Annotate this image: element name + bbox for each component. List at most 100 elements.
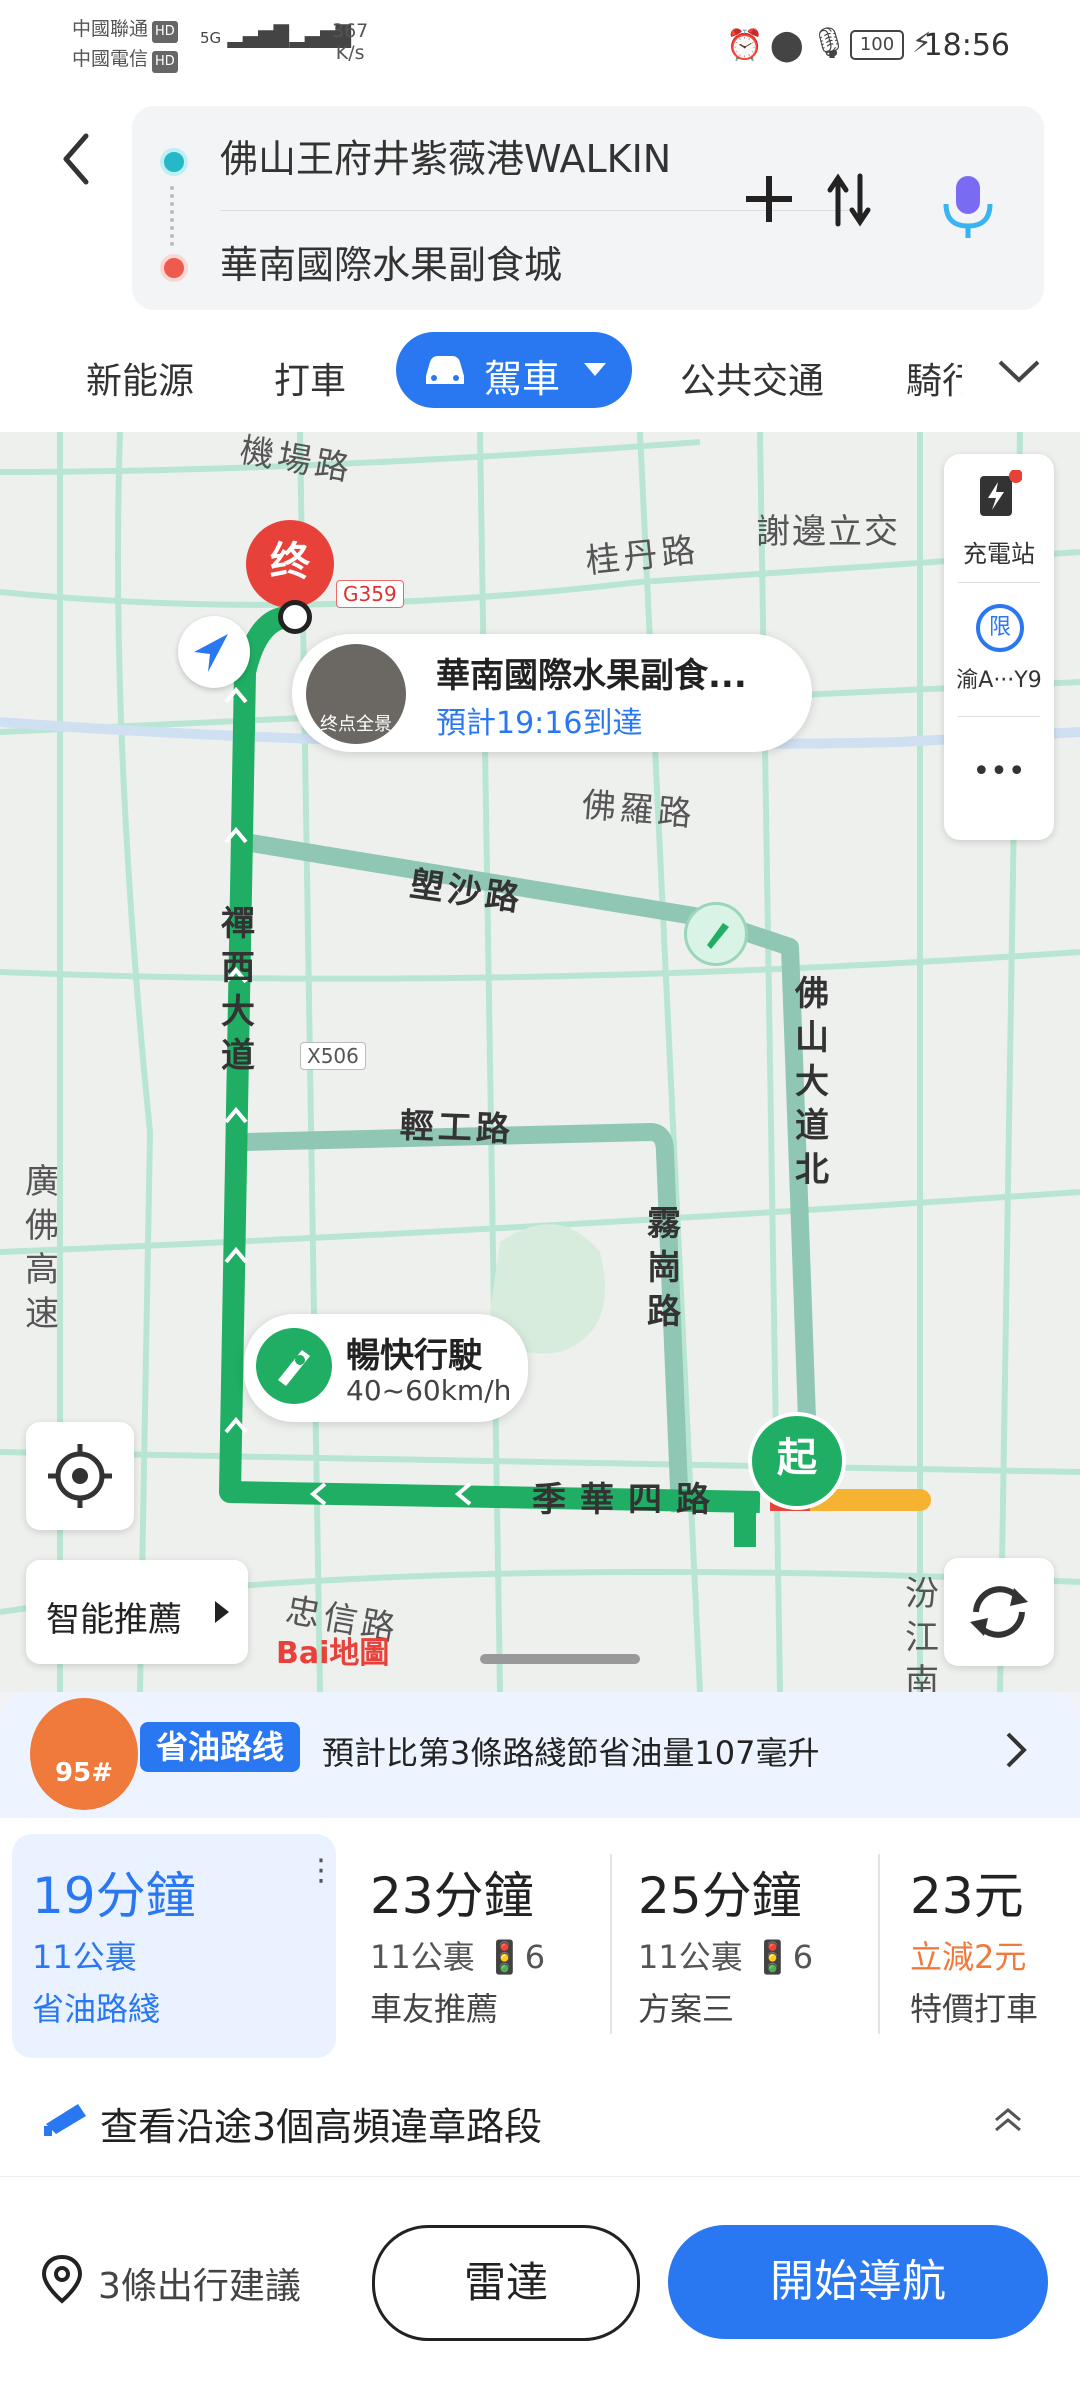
suggestions-label: 3條出行建議 bbox=[98, 2266, 301, 2307]
drag-handle[interactable] bbox=[480, 1654, 640, 1664]
road-number-g359: G359 bbox=[336, 580, 404, 608]
charging-station-button[interactable]: 充電站 bbox=[944, 454, 1054, 574]
origin-field[interactable]: 佛山王府井紫薇港WALKIN bbox=[220, 128, 671, 183]
status-bar: 中國聯通 HD 中國電信 HD 5G ▂▄▆█ 4G ▂▄▆█ 367 K/s ⏰ ⬤… bbox=[0, 0, 1080, 96]
speed-range: 40~60km/h bbox=[346, 1374, 512, 1407]
end-point-icon bbox=[278, 600, 312, 634]
violations-text: 查看沿途3個高頻違章路段 bbox=[100, 2105, 543, 2149]
carrier-2: 中國電信 HD bbox=[72, 48, 178, 73]
road-label-foluo: 佛羅路 bbox=[580, 785, 698, 835]
back-button[interactable] bbox=[52, 124, 102, 194]
end-marker[interactable]: 终 bbox=[246, 520, 334, 608]
swap-icon bbox=[827, 173, 871, 227]
taxi-discount: 立減2元 bbox=[910, 1938, 1027, 1976]
destination-dot-icon bbox=[160, 254, 188, 282]
road-label-chanxi: 禪西大道 bbox=[221, 904, 255, 1076]
limit-icon: 限 bbox=[976, 604, 1024, 652]
road-label-xiebian: 謝邊立交 bbox=[756, 512, 900, 552]
microphone-icon bbox=[943, 176, 993, 238]
road-label-wugang: 霧崗路 bbox=[647, 1204, 681, 1332]
voice-button[interactable] bbox=[938, 172, 998, 244]
divider bbox=[610, 1854, 612, 2034]
chevron-down-icon bbox=[998, 360, 1040, 383]
destination-thumbnail[interactable]: 终点全景 bbox=[306, 644, 406, 744]
plate-limit-button[interactable]: 限 渝A···Y9 bbox=[944, 594, 1054, 704]
taxi-price: 23元 bbox=[910, 1867, 1024, 1925]
route-option-1[interactable]: 19分鐘 ⋮ 11公裏 省油路綫 bbox=[12, 1834, 336, 2058]
car-icon bbox=[426, 356, 464, 384]
route-time: 23分鐘 bbox=[370, 1867, 534, 1925]
mic-status-icon: 🎙 bbox=[810, 26, 849, 61]
back-arrow-icon bbox=[63, 133, 89, 185]
start-marker[interactable]: 起 bbox=[748, 1412, 846, 1510]
route-option-3[interactable]: 25分鐘 11公裏 🚦6 方案三 bbox=[618, 1834, 868, 2058]
caret-down-icon bbox=[584, 363, 606, 376]
speed-title: 暢快行駛 bbox=[346, 1336, 482, 1376]
play-triangle-icon bbox=[215, 1601, 229, 1623]
route-distance: 11公裏 bbox=[32, 1938, 137, 1976]
tab-drive[interactable]: 駕車 bbox=[396, 332, 632, 408]
add-waypoint-button[interactable] bbox=[740, 170, 798, 228]
route-input-box: 佛山王府井紫薇港WALKIN 華南國際水果副食城 bbox=[132, 106, 1044, 310]
more-options-button[interactable]: ••• bbox=[944, 754, 1054, 789]
bottom-bar: 3條出行建議 雷達 開始導航 bbox=[0, 2176, 1080, 2401]
traffic-light-icon: 🚦 bbox=[752, 1938, 793, 1976]
tab-new-energy[interactable]: 新能源 bbox=[86, 352, 194, 404]
route-time: 19分鐘 bbox=[32, 1867, 196, 1925]
thumb-label: 终点全景 bbox=[320, 714, 392, 735]
rocket-icon bbox=[256, 1328, 332, 1404]
divider bbox=[958, 716, 1040, 717]
route-option-2[interactable]: 23分鐘 11公裏 🚦6 車友推薦 bbox=[350, 1834, 600, 2058]
rocket-marker-icon bbox=[684, 902, 748, 966]
destination-name: 華南國際水果副食... bbox=[436, 656, 747, 696]
swap-button[interactable] bbox=[824, 168, 884, 232]
alarm-icon: ⏰ bbox=[726, 28, 764, 63]
refresh-icon bbox=[970, 1586, 1028, 1638]
map-side-panel: 充電站 限 渝A···Y9 ••• bbox=[944, 454, 1054, 840]
route-menu-icon[interactable]: ⋮ bbox=[306, 1856, 336, 1886]
charging-pile-icon bbox=[980, 470, 1022, 516]
net-speed: 367 K/s bbox=[332, 20, 369, 64]
map-view[interactable]: 機場路 桂丹路 謝邊立交 佛羅路 塱沙路 禪西大道 佛山大道北 輕工路 霧崗路 … bbox=[0, 432, 1080, 1692]
speed-bubble: 暢快行駛 40~60km/h bbox=[244, 1314, 528, 1422]
chevron-right-icon bbox=[1006, 1732, 1027, 1768]
traffic-light-icon: 🚦 bbox=[484, 1938, 525, 1976]
locate-me-button[interactable] bbox=[26, 1422, 134, 1530]
fuel-badge-icon: 95# bbox=[30, 1698, 138, 1810]
smart-recommend-button[interactable]: 智能推薦 bbox=[26, 1560, 248, 1664]
eco-tag: 省油路线 bbox=[140, 1722, 301, 1772]
smart-recommend-label: 智能推薦 bbox=[46, 1600, 182, 1640]
road-label-guangfo: 廣佛高速 bbox=[25, 1162, 59, 1334]
divider bbox=[878, 1854, 880, 2034]
tab-taxi[interactable]: 打車 bbox=[274, 352, 346, 404]
limit-plate: 渝A···Y9 bbox=[956, 668, 1042, 693]
road-number-x506: X506 bbox=[300, 1042, 366, 1070]
plus-icon bbox=[746, 176, 792, 222]
tab-cycling[interactable]: 騎行 bbox=[906, 352, 962, 404]
destination-card[interactable]: 终点全景 華南國際水果副食... 預計19:16到達 bbox=[292, 634, 812, 752]
taxi-option[interactable]: 23元 立減2元 特價打車 bbox=[886, 1834, 1080, 2058]
refresh-button[interactable] bbox=[944, 1558, 1054, 1666]
road-label-jihua4: 季華四路 bbox=[532, 1480, 724, 1520]
divider bbox=[958, 582, 1040, 583]
road-label-foshan-north: 佛山大道北 bbox=[795, 974, 829, 1190]
violations-row[interactable]: 查看沿途3個高頻違章路段 bbox=[0, 2070, 1080, 2170]
start-navigation-button[interactable]: 開始導航 bbox=[668, 2225, 1048, 2339]
clock: 18:56 bbox=[923, 28, 1010, 63]
location-icon: ⬤ bbox=[770, 28, 804, 63]
charging-label: 充電站 bbox=[963, 540, 1035, 568]
more-modes-button[interactable] bbox=[994, 352, 1044, 392]
route-tag: 方案三 bbox=[638, 1990, 735, 2028]
route-tag: 省油路綫 bbox=[32, 1990, 161, 2028]
route-tag: 車友推薦 bbox=[370, 1990, 499, 2028]
route-distance: 11公裏 🚦6 bbox=[370, 1938, 546, 1976]
carrier-1: 中國聯通 HD bbox=[72, 18, 178, 43]
destination-field[interactable]: 華南國際水果副食城 bbox=[220, 234, 562, 289]
chevron-up-double-icon[interactable] bbox=[990, 2102, 1026, 2138]
baidu-map-logo: Bai地圖 bbox=[276, 1636, 390, 1671]
eco-text: 預計比第3條路綫節省油量107毫升 bbox=[322, 1734, 820, 1772]
radar-button[interactable]: 雷達 bbox=[372, 2225, 640, 2341]
route-connector bbox=[170, 186, 178, 246]
eco-banner[interactable]: 95# 省油路线 預計比第3條路綫節省油量107毫升 bbox=[0, 1692, 1080, 1818]
tab-transit[interactable]: 公共交通 bbox=[680, 352, 824, 404]
